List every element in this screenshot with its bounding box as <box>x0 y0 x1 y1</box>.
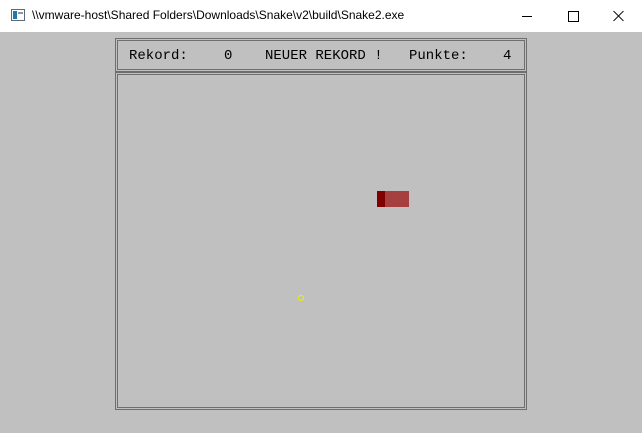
points-label: Punkte: <box>409 48 468 64</box>
game-window: \\vmware-host\Shared Folders\Downloads\S… <box>0 0 642 433</box>
snake-body-segment <box>401 191 409 207</box>
app-icon[interactable] <box>11 9 25 21</box>
minimize-button[interactable] <box>504 0 550 32</box>
close-icon <box>613 10 625 22</box>
close-button[interactable] <box>596 0 642 32</box>
play-field <box>115 72 527 410</box>
snake-head <box>377 191 385 207</box>
window-title: \\vmware-host\Shared Folders\Downloads\S… <box>32 8 405 22</box>
score-bar: Rekord: 0 NEUER REKORD ! Punkte: 4 <box>115 38 527 72</box>
record-value: 0 <box>224 48 233 64</box>
new-record-message: NEUER REKORD ! <box>265 48 383 64</box>
maximize-icon <box>567 10 579 22</box>
snake-body-segment <box>385 191 393 207</box>
maximize-button[interactable] <box>550 0 596 32</box>
points-value: 4 <box>503 48 512 64</box>
record-label: Rekord: <box>129 48 188 64</box>
snake-body-segment <box>393 191 401 207</box>
minimize-icon <box>522 15 532 17</box>
food-item <box>298 295 304 301</box>
title-bar[interactable]: \\vmware-host\Shared Folders\Downloads\S… <box>0 0 642 32</box>
